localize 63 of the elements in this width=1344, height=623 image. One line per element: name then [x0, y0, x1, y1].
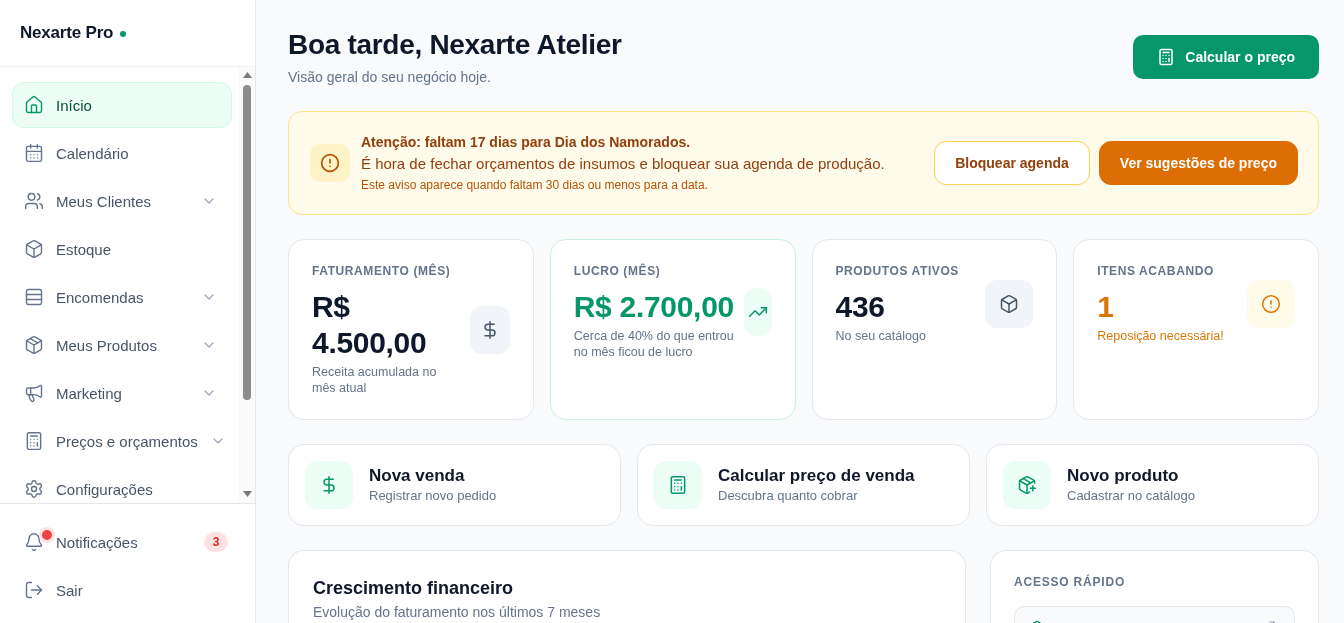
stat-note: No seu catálogo [835, 328, 927, 344]
status-dot-icon [120, 31, 127, 37]
alert-message: É hora de fechar orçamentos de insumos e bloquear sua agenda de produção. [361, 154, 886, 174]
stat-note: Cerca de 40% do que entrou no mês ficou de lucro [573, 328, 735, 360]
package-icon [24, 335, 44, 355]
sidebar-item[interactable]: Preços e orçamentos [12, 418, 232, 464]
sidebar-item[interactable]: Sair [12, 567, 243, 613]
card-title: Crescimento financeiro [313, 577, 515, 600]
stat-value: R$ 2.700,00 [573, 289, 735, 325]
scrollbar[interactable] [239, 67, 255, 503]
scrollbar-thumb[interactable] [243, 85, 251, 400]
calculator-icon [654, 461, 702, 509]
brand-name: Nexarte Pro [20, 22, 114, 44]
count-badge: 3 [204, 532, 228, 552]
sidebar-item[interactable]: Estoque [12, 226, 232, 272]
alert-title: Atenção: faltam 17 dias para Dia dos Namorados. [361, 133, 692, 152]
card-subtitle: Evolução do faturamento nos últimos 7 meses [313, 603, 602, 622]
action-card[interactable]: Calcular preço de venda Descubra quanto cobrar [637, 444, 970, 526]
sidebar-item[interactable]: Configurações [12, 466, 232, 503]
action-card[interactable]: Novo produto Cadastrar no catálogo [986, 444, 1319, 526]
sidebar-item[interactable]: Meus Clientes [12, 178, 232, 224]
settings-icon [24, 479, 44, 499]
dollar-icon [305, 461, 353, 509]
alert-icon [1247, 279, 1295, 328]
rows-icon [24, 287, 44, 307]
trending-up-icon [743, 287, 772, 336]
cube-icon [985, 279, 1034, 328]
stat-label: PRODUTOS ATIVOS [835, 263, 960, 279]
sidebar-item[interactable]: Início [12, 82, 232, 128]
package-plus-icon [1003, 461, 1051, 509]
users-icon [24, 191, 44, 211]
sidebar-item[interactable]: Marketing [12, 370, 232, 416]
sidebar-item[interactable]: Encomendas [12, 274, 232, 320]
logout-icon [24, 580, 44, 600]
section-label: ACESSO RÁPIDO [1014, 574, 1127, 590]
stat-value: 436 [835, 289, 886, 325]
dollar-icon [470, 305, 510, 354]
stat-value: R$ 4.500,00 [312, 289, 428, 361]
stat-label: FATURAMENTO (MÊS) [312, 263, 452, 279]
page-subtitle: Visão geral do seu negócio hoje. [288, 68, 492, 87]
bell-icon [24, 532, 44, 552]
home-icon [24, 95, 44, 115]
scroll-up-icon[interactable] [242, 71, 252, 79]
stat-note: Receita acumulada no mês atual [312, 364, 438, 396]
calendar-icon [24, 143, 44, 163]
alert-button[interactable]: Bloquear agenda [934, 141, 1090, 185]
page-title: Boa tarde, Nexarte Atelier [288, 28, 622, 62]
action-card[interactable]: Nova venda Registrar novo pedido [288, 444, 621, 526]
sidebar-item[interactable]: Calendário [12, 130, 232, 176]
stat-label: ITENS ACABANDO [1097, 263, 1215, 279]
sidebar-item[interactable]: Meus Produtos [12, 322, 232, 368]
stat-label: LUCRO (MÊS) [573, 263, 662, 279]
cube-icon [24, 239, 44, 259]
stat-note: Reposição necessária! [1097, 328, 1225, 344]
megaphone-icon [24, 383, 44, 403]
calculator-icon [1157, 48, 1176, 66]
stat-value: 1 [1097, 289, 1115, 325]
sidebar-item[interactable]: Notificações 3 [12, 519, 243, 565]
alert-note: Este aviso aparece quando faltam 30 dias ou menos para a data. [361, 177, 709, 194]
calculate-price-button[interactable]: Calcular o preço [1133, 35, 1319, 79]
alert-icon [310, 144, 350, 182]
calculator-icon [24, 431, 44, 451]
scroll-down-icon[interactable] [242, 490, 252, 498]
